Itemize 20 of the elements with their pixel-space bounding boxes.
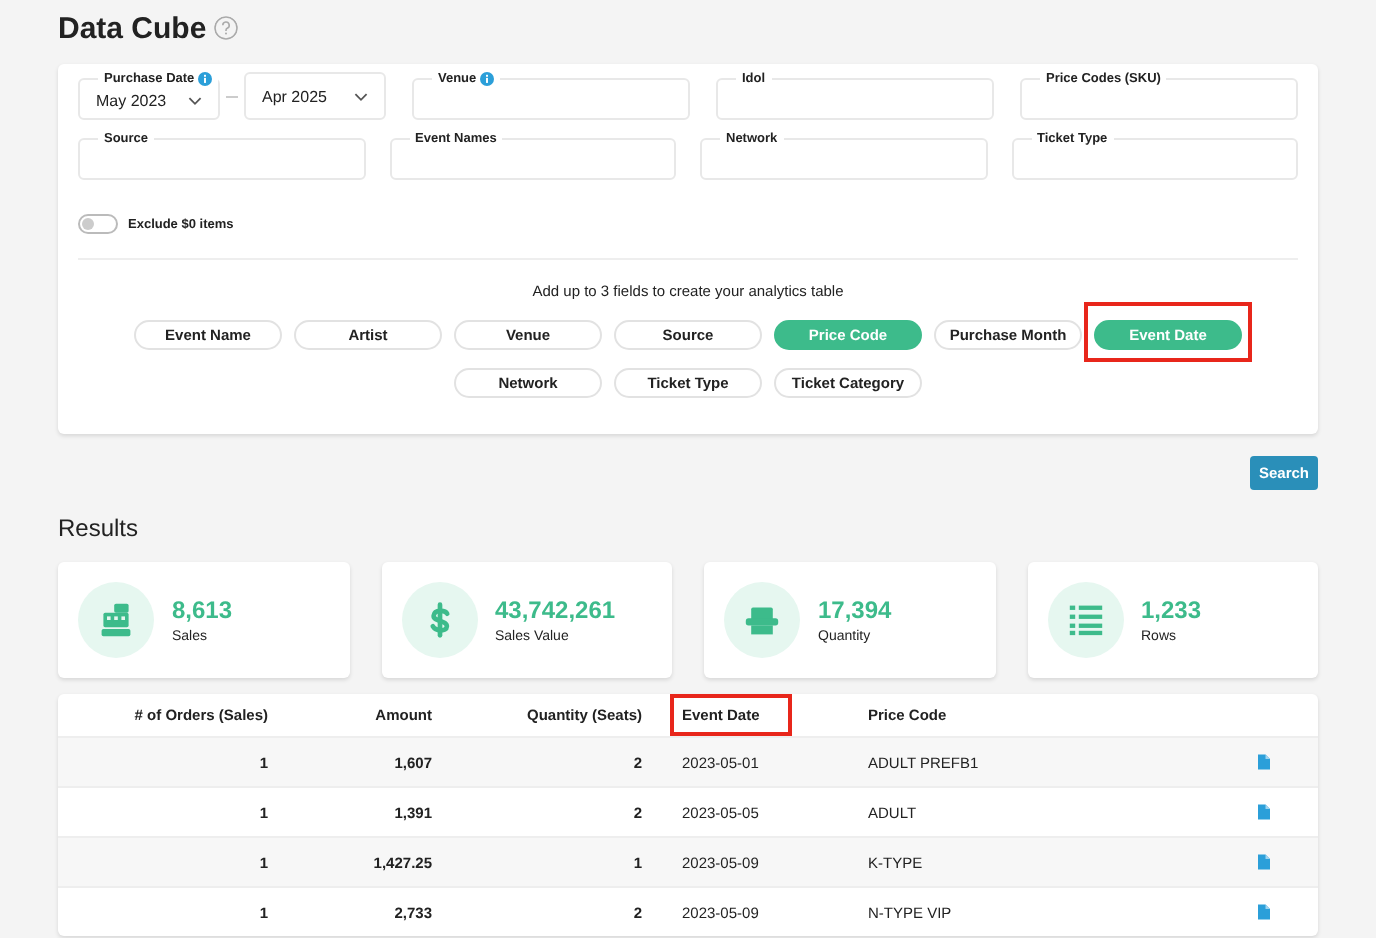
page-title: Data Cube (58, 11, 207, 45)
list-icon (1067, 602, 1103, 638)
document-icon[interactable] (1258, 904, 1270, 920)
document-icon[interactable] (1258, 804, 1270, 820)
document-icon[interactable] (1258, 754, 1270, 770)
stat-value: 1,233 (1141, 596, 1202, 624)
dropdown-value: May 2023 (96, 91, 167, 109)
dropdown-value: Apr 2025 (262, 87, 327, 105)
document-icon[interactable] (1258, 854, 1270, 870)
toggle-switch[interactable] (78, 214, 118, 234)
stat-value: 8,613 (172, 596, 233, 624)
section-heading: Results (58, 514, 141, 542)
cash-register-icon (98, 602, 134, 638)
seat-icon (744, 602, 780, 638)
month-dropdown[interactable]: Apr 2025 (244, 72, 386, 120)
help-icon[interactable] (214, 16, 239, 40)
stat-value: 43,742,261 (495, 596, 616, 624)
stat-value: 17,394 (818, 596, 892, 624)
chevron-down-icon (354, 91, 368, 101)
chevron-down-icon (188, 95, 202, 105)
